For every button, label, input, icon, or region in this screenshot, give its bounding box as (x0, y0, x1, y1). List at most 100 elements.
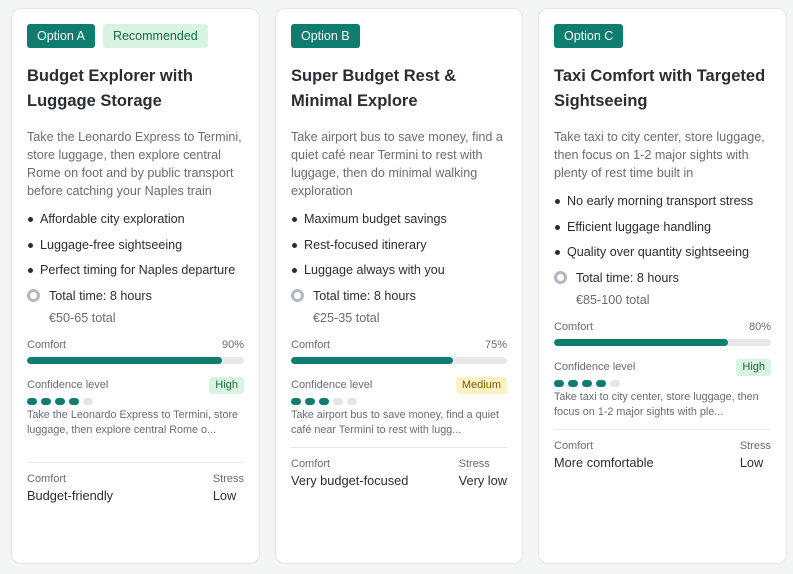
confidence-dots (554, 379, 771, 387)
confidence-dots (27, 397, 244, 405)
comfort-bar (291, 356, 507, 364)
comfort-percent: 80% (748, 320, 771, 333)
total-time-row: Total time: 8 hours (291, 287, 507, 305)
confidence-badge: High (736, 358, 771, 376)
card-badges: Option A Recommended (27, 24, 244, 48)
footer-comfort-label: Comfort (291, 457, 331, 470)
benefit-list: Maximum budget savings Rest-focused itin… (291, 210, 507, 279)
recommended-badge: Recommended (102, 24, 208, 48)
option-summary: Take airport bus to save money, find a q… (291, 408, 500, 436)
confidence-badge: Medium (455, 376, 507, 394)
option-title: Super Budget Rest & Minimal Explore (291, 67, 457, 110)
comfort-bar (554, 338, 771, 346)
confidence-row: Confidence level High (27, 376, 244, 394)
footer-comfort-value: More comfortable (554, 454, 654, 470)
footer-stress-label: Stress (458, 457, 490, 470)
footer-stress: Stress Very low (459, 457, 507, 491)
footer-stress: Stress Low (213, 472, 244, 506)
total-cost: €50-65 total (49, 310, 116, 325)
confidence-dot (610, 379, 620, 387)
footer-comfort-label: Comfort (27, 472, 67, 485)
benefit-text: Luggage-free sightseeing (40, 237, 183, 252)
footer-stress-value: Low (212, 487, 237, 503)
divider (554, 428, 771, 430)
footer-stress-value: Very low (458, 472, 507, 488)
benefit-text: Luggage always with you (304, 263, 445, 277)
comfort-row: Comfort 90% (27, 338, 244, 352)
comfort-bar-fill (27, 356, 223, 364)
option-description: Take the Leonardo Express to Termini, st… (27, 130, 242, 198)
confidence-dot (568, 379, 578, 387)
comfort-bar-fill (554, 338, 728, 346)
comfort-label: Comfort (554, 320, 594, 333)
footer-stress-label: Stress (212, 472, 244, 485)
benefit-item: Maximum budget savings (291, 210, 507, 228)
confidence-dot (333, 397, 343, 405)
benefit-item: Rest-focused itinerary (291, 236, 507, 254)
divider (291, 446, 507, 448)
option-title: Taxi Comfort with Targeted Sightseeing (554, 67, 766, 110)
option-badge: Option C (554, 24, 624, 48)
option-summary: Take the Leonardo Express to Termini, st… (27, 408, 239, 436)
benefit-text: Rest-focused itinerary (304, 237, 427, 252)
benefit-text: Quality over quantity sightseeing (567, 245, 750, 259)
option-card-a[interactable]: Option A Recommended Budget Explorer wit… (11, 8, 260, 564)
card-footer: Comfort Very budget-focused Stress Very … (291, 457, 507, 491)
footer-comfort-label: Comfort (554, 439, 594, 452)
confidence-dot (582, 379, 592, 387)
benefit-list: Affordable city exploration Luggage-free… (27, 210, 244, 279)
option-description: Take taxi to city center, store luggage,… (554, 130, 765, 180)
option-badge: Option B (291, 24, 360, 48)
benefit-item: Quality over quantity sightseeing (554, 243, 771, 261)
confidence-dot (347, 397, 357, 405)
comfort-bar-fill (291, 356, 453, 364)
bullet-icon (28, 242, 33, 248)
benefit-text: Maximum budget savings (304, 212, 447, 226)
comfort-percent: 90% (221, 338, 244, 351)
clock-icon (27, 289, 40, 302)
card-footer: Comfort Budget-friendly Stress Low (27, 472, 244, 506)
option-card-b[interactable]: Option B Super Budget Rest & Minimal Exp… (275, 8, 523, 564)
option-card-c[interactable]: Option C Taxi Comfort with Targeted Sigh… (538, 8, 787, 564)
benefit-item: Affordable city exploration (27, 210, 244, 228)
footer-stress-value: Low (739, 454, 764, 470)
bullet-icon (292, 268, 297, 273)
clock-icon (554, 271, 567, 284)
comfort-percent: 75% (484, 338, 507, 351)
benefit-item: No early morning transport stress (554, 192, 771, 210)
footer-comfort-value: Very budget-focused (291, 472, 409, 488)
bullet-icon (555, 224, 560, 230)
benefit-text: Perfect timing for Naples departure (40, 263, 236, 277)
confidence-dots (291, 397, 507, 405)
card-badges: Option B (291, 24, 507, 48)
option-description: Take airport bus to save money, find a q… (291, 130, 503, 198)
comfort-label: Comfort (27, 338, 67, 351)
option-title: Budget Explorer with Luggage Storage (27, 67, 193, 110)
confidence-badge: High (209, 376, 244, 394)
comfort-row: Comfort 80% (554, 320, 771, 334)
option-badge: Option A (27, 24, 95, 48)
benefit-item: Perfect timing for Naples departure (27, 261, 244, 279)
bullet-icon (292, 242, 297, 248)
confidence-label: Confidence level (27, 379, 109, 391)
confidence-dot (27, 397, 37, 405)
confidence-dot (291, 397, 301, 405)
benefit-text: Affordable city exploration (40, 212, 185, 226)
confidence-row: Confidence level Medium (291, 376, 507, 394)
footer-comfort: Comfort Very budget-focused (291, 457, 408, 491)
total-cost: €85-100 total (576, 292, 650, 307)
confidence-label: Confidence level (291, 379, 373, 391)
benefit-item: Luggage always with you (291, 261, 507, 279)
footer-comfort-value: Budget-friendly (27, 487, 114, 503)
total-time-row: Total time: 8 hours (27, 287, 244, 305)
total-time-row: Total time: 8 hours (554, 269, 771, 287)
benefit-list: No early morning transport stress Effici… (554, 192, 771, 261)
footer-stress-label: Stress (739, 439, 771, 452)
benefit-text: Efficient luggage handling (567, 219, 712, 234)
confidence-row: Confidence level High (554, 358, 771, 376)
confidence-dot (554, 379, 564, 387)
benefit-item: Efficient luggage handling (554, 218, 771, 236)
footer-comfort: Comfort Budget-friendly (27, 472, 113, 506)
confidence-dot (41, 397, 51, 405)
bullet-icon (28, 217, 33, 222)
